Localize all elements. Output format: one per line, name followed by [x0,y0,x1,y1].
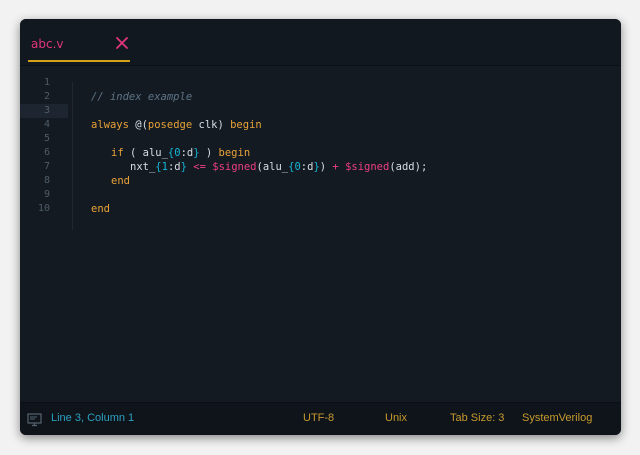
cursor-position[interactable]: Line 3, Column 1 [51,412,134,424]
comment: // index example [91,91,193,103]
code-editor[interactable]: 1 2 3 4 5 6 7 8 9 10 // index example al… [20,66,621,403]
keyword: end [91,203,110,215]
keyword: begin [218,147,251,159]
token: ) [199,147,219,159]
token: ) [319,161,333,173]
tab-size-selector[interactable]: Tab Size: 3 [450,412,504,424]
tab-bar: abc.v [20,19,621,66]
line-number: 5 [43,133,50,144]
line-number: 10 [37,203,50,214]
operator: <= [193,161,206,173]
monitor-icon[interactable] [27,412,42,427]
token: nxt_ [130,161,156,173]
keyword: end [111,175,130,187]
line-number: 1 [43,77,50,88]
keyword: if [111,147,124,159]
line-number: 7 [43,161,50,172]
code-line-6: if ( alu_{0:d} ) begin [111,146,250,160]
line-number: 9 [43,189,50,200]
code-line-2: // index example [91,90,192,104]
code-line-10: end [91,202,110,216]
line-number-gutter: 1 2 3 4 5 6 7 8 9 10 [20,66,64,403]
close-icon[interactable] [114,35,130,51]
editor-window: abc.v 1 2 3 4 5 6 7 8 9 10 // index exam… [20,19,621,435]
token: @( [128,119,148,131]
system-function: $signed [212,161,257,173]
token: (add); [389,161,428,173]
keyword: posedge [147,119,193,131]
tab-abc-v[interactable]: abc.v [28,32,130,62]
line-endings-selector[interactable]: Unix [385,412,407,424]
system-function: $signed [345,161,390,173]
line-number: 2 [43,91,50,102]
keyword: always [91,119,129,131]
token: (alu_ [256,161,289,173]
line-number: 4 [43,119,50,130]
code-line-7: nxt_{1:d} <= $signed(alu_{0:d}) + $signe… [130,160,427,174]
token: :d [167,161,181,173]
tab-label[interactable]: abc.v [31,37,63,51]
code-line-4: always @(posedge clk) begin [91,118,262,132]
encoding-selector[interactable]: UTF-8 [303,412,334,424]
status-bar: Line 3, Column 1 UTF-8 Unix Tab Size: 3 … [20,402,621,435]
line-number: 8 [43,175,50,186]
keyword: begin [230,119,262,131]
token: :d [300,161,314,173]
line-number: 6 [43,147,50,158]
token: :d [180,147,194,159]
line-number: 3 [43,105,50,116]
token: ( alu_ [123,147,168,159]
code-line-8: end [111,174,130,188]
indent-guide [72,82,73,230]
language-selector[interactable]: SystemVerilog [522,412,592,424]
token: clk) [192,119,231,131]
